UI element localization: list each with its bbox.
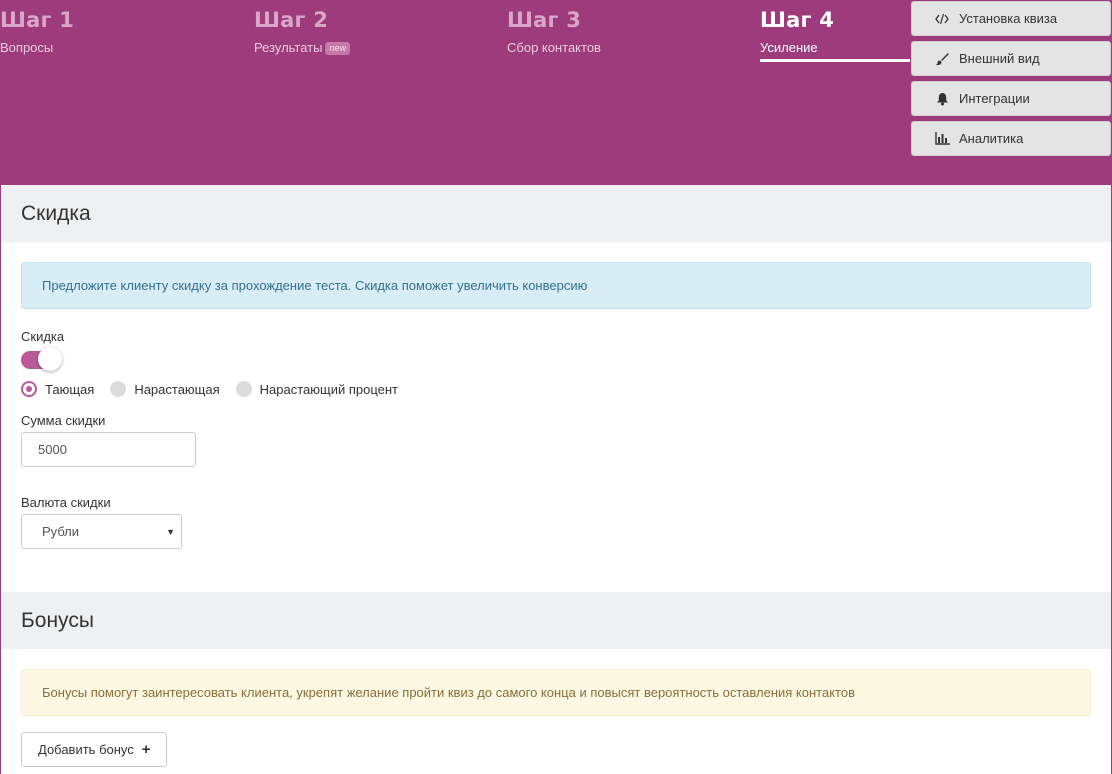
discount-amount-value: 5000 [38, 442, 67, 457]
step-title: Шаг 4 [760, 8, 835, 32]
radio-increasing[interactable]: Нарастающая [110, 381, 220, 397]
side-button-label: Интеграции [959, 91, 1030, 106]
step-subtitle: Усиление [760, 40, 818, 55]
discount-toggle[interactable] [21, 347, 62, 371]
radio-melting[interactable]: Тающая [21, 381, 94, 397]
add-bonus-button[interactable]: Добавить бонус + [21, 732, 167, 767]
active-step-indicator [760, 59, 910, 62]
caret-down-icon: ▼ [166, 527, 175, 537]
bonuses-section-heading: Бонусы [1, 592, 1111, 649]
step-subtitle: Сбор контактов [507, 40, 601, 55]
radio-button [110, 381, 127, 397]
step-2-tab[interactable]: Шаг 2 Результаты new [254, 8, 414, 55]
discount-info-text: Предложите клиенту скидку за прохождение… [42, 278, 588, 293]
step-subtitle: Результаты new [254, 40, 414, 55]
step-1-tab[interactable]: Шаг 1 Вопросы [0, 8, 160, 55]
radio-increasing-percent[interactable]: Нарастающий процент [235, 381, 399, 397]
radio-label: Тающая [45, 381, 95, 397]
radio-button [235, 381, 252, 397]
side-button-label: Внешний вид [959, 51, 1040, 66]
step-subtitle-text: Результаты [254, 40, 323, 55]
integrations-button[interactable]: Интеграции [911, 81, 1111, 116]
radio-button [21, 381, 37, 397]
discount-toggle-label: Скидка [21, 329, 65, 344]
step-3-tab[interactable]: Шаг 3 Сбор контактов [507, 8, 667, 55]
install-quiz-button[interactable]: Установка квиза [911, 1, 1111, 36]
analytics-button[interactable]: Аналитика [911, 121, 1111, 156]
side-button-label: Установка квиза [959, 11, 1058, 26]
step-4-tab[interactable]: Шаг 4 Усиление [760, 8, 920, 55]
bonuses-info-alert: Бонусы помогут заинтересовать клиента, у… [21, 669, 1091, 716]
discount-currency-value: Рубли [42, 524, 80, 539]
bar-chart-icon [934, 131, 950, 147]
top-navigation-bar: Шаг 1 Вопросы Шаг 2 Результаты new Шаг 3 … [0, 0, 1112, 185]
radio-label: Нарастающий процент [259, 381, 399, 397]
bonuses-section-body: Бонусы помогут заинтересовать клиента, у… [21, 669, 1091, 767]
radio-label: Нарастающая [134, 381, 220, 397]
discount-currency-select[interactable]: Рубли ▼ [21, 514, 182, 549]
side-button-label: Аналитика [959, 131, 1024, 146]
step-subtitle: Вопросы [0, 40, 54, 55]
brush-icon [934, 51, 950, 67]
discount-section-body: Предложите клиенту скидку за прохождение… [1, 242, 1111, 549]
side-menu: Установка квиза Внешний вид Интеграции А… [911, 1, 1111, 161]
bonuses-info-text: Бонусы помогут заинтересовать клиента, у… [42, 685, 855, 700]
main-content: Скидка Предложите клиенту скидку за прох… [0, 185, 1112, 774]
discount-currency-label: Валюта скидки [21, 495, 111, 510]
discount-type-radio-group: Тающая Нарастающая Нарастающий процент [21, 381, 1091, 397]
step-title: Шаг 3 [507, 8, 582, 32]
plus-icon: + [141, 741, 151, 758]
discount-section-heading: Скидка [1, 185, 1111, 242]
discount-amount-input[interactable]: 5000 [21, 432, 196, 467]
appearance-button[interactable]: Внешний вид [911, 41, 1111, 76]
bell-icon [934, 91, 950, 107]
step-title: Шаг 1 [0, 8, 75, 32]
new-badge: new [325, 42, 350, 55]
discount-amount-label: Сумма скидки [21, 413, 106, 428]
discount-info-alert: Предложите клиенту скидку за прохождение… [21, 262, 1091, 309]
code-icon [934, 11, 950, 27]
toggle-knob [38, 347, 62, 371]
step-title: Шаг 2 [254, 8, 329, 32]
add-bonus-label: Добавить бонус [38, 742, 134, 757]
